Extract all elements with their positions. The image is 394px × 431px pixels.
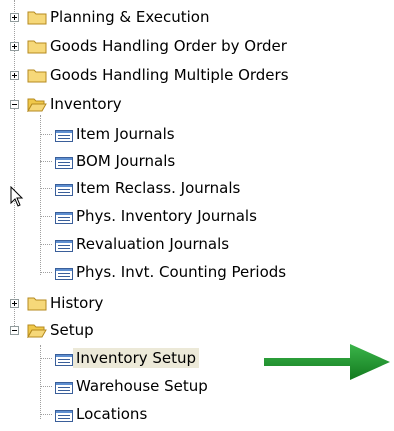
folder-closed-icon [27,295,47,311]
tree-item-revaluation-journals[interactable]: Revaluation Journals [0,231,232,257]
expand-icon[interactable] [10,299,19,308]
annotation-arrow-icon [264,340,392,388]
expand-icon[interactable] [10,42,19,51]
tree-item-label: Inventory [50,95,122,113]
tree-connector [40,188,52,189]
tree-item-label: Item Reclass. Journals [76,179,241,197]
tree-item-label: Locations [76,405,148,423]
folder-closed-icon [27,67,47,83]
folder-open-icon [27,322,47,339]
tree-item-label: Phys. Inventory Journals [76,207,257,225]
form-icon [55,380,73,394]
form-icon [55,155,73,169]
tree-item-warehouse-setup[interactable]: Warehouse Setup [0,373,211,399]
tree-item-label: Item Journals [76,125,175,143]
tree-item-locations[interactable]: Locations [0,401,150,427]
tree-item-item-reclass-journals[interactable]: Item Reclass. Journals [0,175,243,201]
tree-item-setup[interactable]: Setup [0,317,97,343]
tree-item-label: Inventory Setup [73,348,200,368]
form-icon [55,266,73,280]
tree-connector [40,134,52,135]
collapse-icon[interactable] [10,326,19,335]
tree-connector [40,161,52,162]
folder-open-icon [27,96,47,113]
tree-connector [40,216,52,217]
tree-item-label: History [50,294,104,312]
tree-item-inventory[interactable]: Inventory [0,91,125,117]
collapse-icon[interactable] [10,100,19,109]
form-icon [55,408,73,422]
tree-connector [40,272,52,273]
tree-connector [40,244,52,245]
tree-item-item-journals[interactable]: Item Journals [0,121,178,147]
folder-closed-icon [27,9,47,25]
tree-item-label: Warehouse Setup [76,377,208,395]
expand-icon[interactable] [10,13,19,22]
form-icon [55,210,73,224]
tree-item-label: Goods Handling Order by Order [50,37,287,55]
form-icon [55,182,73,196]
mouse-pointer-icon [10,185,24,212]
tree-connector [40,358,52,359]
tree-item-inventory-setup[interactable]: Inventory Setup [0,345,200,371]
tree-item-label: Setup [50,321,94,339]
tree-item-history[interactable]: History [0,290,106,316]
form-icon [55,128,73,142]
tree-item-label: Phys. Invt. Counting Periods [76,263,287,281]
tree-item-goods-handling-multiple-orders[interactable]: Goods Handling Multiple Orders [0,62,292,88]
tree-connector [40,414,52,415]
tree-item-label: BOM Journals [76,152,176,170]
tree-item-phys-invt-counting-periods[interactable]: Phys. Invt. Counting Periods [0,259,289,285]
tree-item-label: Goods Handling Multiple Orders [50,66,289,84]
tree-item-label: Planning & Execution [50,8,210,26]
folder-closed-icon [27,38,47,54]
tree-item-planning-execution[interactable]: Planning & Execution [0,4,212,30]
tree-item-goods-handling-order-by-order[interactable]: Goods Handling Order by Order [0,33,290,59]
tree-item-phys-inventory-journals[interactable]: Phys. Inventory Journals [0,203,260,229]
tree-connector [40,386,52,387]
form-icon [55,352,73,366]
tree-item-bom-journals[interactable]: BOM Journals [0,148,178,174]
form-icon [55,238,73,252]
tree-item-label: Revaluation Journals [76,235,230,253]
expand-icon[interactable] [10,71,19,80]
